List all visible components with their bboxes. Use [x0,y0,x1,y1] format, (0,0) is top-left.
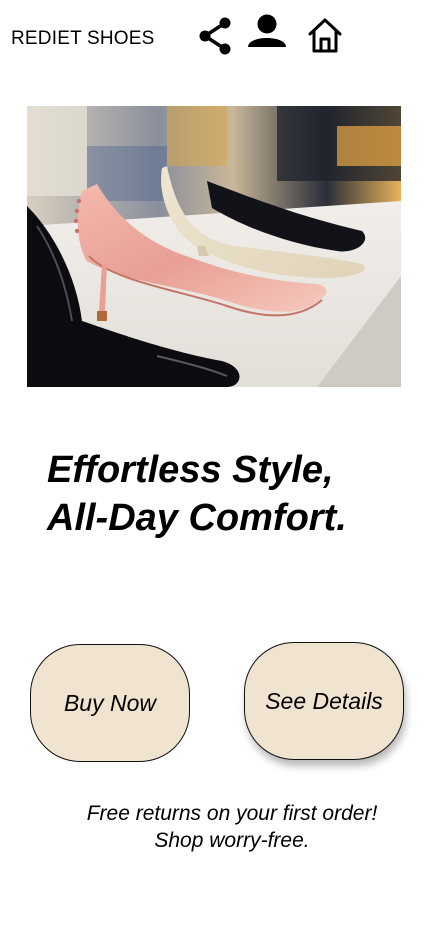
see-details-button[interactable]: See Details [244,642,404,760]
headline-line-2: All-Day Comfort. [47,497,347,539]
promo-line-2: Shop worry-free. [154,829,310,852]
headline-line-1: Effortless Style, [47,449,334,491]
hero-image [27,106,401,387]
promo-line-1: Free returns on your first order! [86,802,378,825]
share-icon[interactable] [198,17,232,55]
user-icon[interactable] [246,14,288,50]
brand-name: REDIET SHOES [11,28,155,49]
home-icon[interactable] [305,16,345,54]
promo-message: Free returns on your first order! Shop w… [20,800,428,854]
see-details-label: See Details [265,687,383,714]
buy-now-button[interactable]: Buy Now [30,644,190,762]
buy-now-label: Buy Now [63,689,157,716]
headline: Effortless Style, All-Day Comfort. [47,446,417,542]
